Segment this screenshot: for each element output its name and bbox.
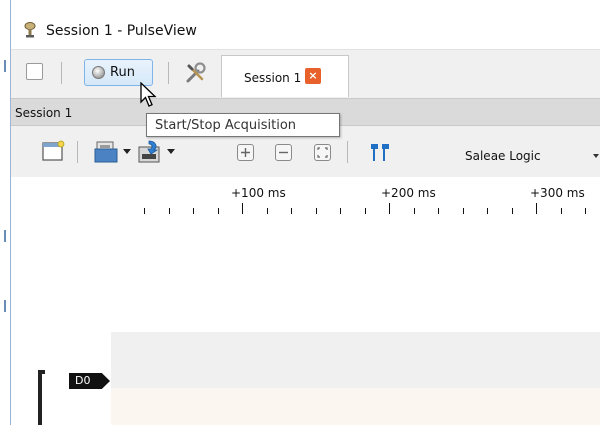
ruler-minor-tick [169, 208, 170, 214]
ruler-minor-tick [316, 208, 317, 214]
tab-label: Session 1 [244, 71, 302, 85]
zoom-fit-icon[interactable] [314, 144, 331, 161]
edge-mark [4, 300, 6, 312]
chevron-down-icon[interactable] [167, 149, 175, 154]
edge-mark [4, 60, 6, 72]
trace-row-signal [111, 388, 600, 425]
ruler-minor-tick [340, 208, 341, 214]
ruler-minor-tick [218, 208, 219, 214]
ruler-minor-tick [267, 208, 268, 214]
trace-row-background [111, 332, 600, 388]
ruler-minor-tick [585, 208, 586, 214]
edge-mark [4, 230, 6, 242]
mouse-pointer-icon [140, 82, 157, 107]
channel-name: D0 [75, 374, 91, 387]
ruler-minor-tick [561, 208, 562, 214]
tooltip-text: Start/Stop Acquisition [155, 118, 297, 133]
ruler-major-tick [242, 203, 243, 214]
ruler-label: +100 ms [231, 186, 286, 200]
chevron-down-icon[interactable] [593, 154, 599, 158]
pulseview-window: Session 1 - PulseView Run Session 1 × Se… [11, 0, 600, 425]
save-icon[interactable] [136, 139, 162, 165]
ruler-minor-tick [144, 208, 145, 214]
ruler-major-tick [389, 203, 390, 214]
toolbar-separator [347, 141, 348, 163]
zoom-in-icon[interactable] [237, 144, 254, 161]
ruler-minor-tick [512, 208, 513, 214]
ruler-minor-tick [414, 208, 415, 214]
desktop-edge [0, 0, 11, 425]
toolbar-separator [168, 62, 169, 84]
ruler-minor-tick [438, 208, 439, 214]
new-session-icon[interactable] [26, 63, 43, 80]
pulseview-app-icon [24, 22, 36, 38]
device-selector[interactable]: Saleae Logic [465, 149, 541, 163]
ruler-minor-tick [193, 208, 194, 214]
tooltip: Start/Stop Acquisition [146, 113, 340, 137]
window-title: Session 1 - PulseView [46, 23, 197, 39]
ruler-label: +200 ms [381, 186, 436, 200]
ruler-minor-tick [463, 208, 464, 214]
channel-d0-label[interactable]: D0 [69, 373, 110, 389]
settings-tools-icon[interactable] [184, 61, 208, 85]
open-icon[interactable] [93, 139, 119, 165]
ruler-minor-tick [365, 208, 366, 214]
ruler-minor-tick [291, 208, 292, 214]
cursor-markers-icon[interactable] [367, 139, 393, 165]
trace-view: +100 ms +200 ms +300 ms D0 [11, 177, 600, 425]
new-view-icon[interactable] [40, 139, 66, 165]
close-icon[interactable]: × [305, 68, 321, 84]
channel-group-bracket [38, 370, 45, 425]
session-bar-label: Session 1 [15, 106, 73, 120]
chevron-down-icon[interactable] [123, 149, 131, 154]
tab-session-1[interactable]: Session 1 × [221, 55, 349, 97]
toolbar-separator [77, 141, 78, 163]
title-bar: Session 1 - PulseView [11, 0, 600, 50]
zoom-out-icon[interactable] [275, 144, 292, 161]
ruler-label: +300 ms [530, 186, 585, 200]
run-button-label: Run [110, 65, 135, 80]
run-status-icon [92, 66, 105, 79]
ruler-major-tick [536, 203, 537, 214]
ruler-minor-tick [487, 208, 488, 214]
toolbar-separator [61, 62, 62, 84]
main-toolbar: Run Session 1 × [11, 50, 600, 97]
